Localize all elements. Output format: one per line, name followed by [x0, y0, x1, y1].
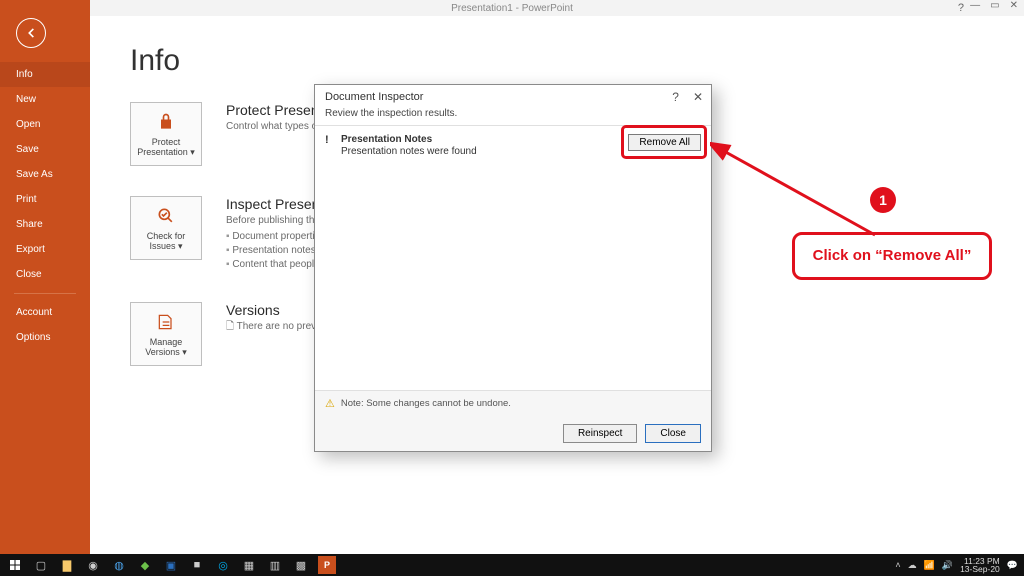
annotation-callout: Click on “Remove All” — [792, 232, 992, 280]
tray-volume-icon[interactable]: 🔊 — [942, 560, 953, 571]
backstage-sidebar: Info New Open Save Save As Print Share E… — [0, 0, 90, 554]
tile-label: Protect Presentation ▾ — [137, 137, 195, 158]
sidebar-item-save[interactable]: Save — [0, 137, 90, 162]
minimize-button[interactable]: — — [970, 0, 980, 11]
inspection-result-row: ! Presentation Notes Presentation notes … — [325, 134, 701, 157]
close-dialog-button[interactable]: Close — [645, 424, 701, 443]
dialog-titlebar: Document Inspector ? ✕ — [315, 85, 711, 106]
system-tray: ˄ ☁ 📶 🔊 11:23 PM 13-Sep-20 💬 — [895, 557, 1018, 574]
maximize-button[interactable]: ▭ — [990, 0, 999, 11]
sidebar-item-close[interactable]: Close — [0, 262, 90, 287]
tile-label: Check for Issues ▾ — [147, 231, 186, 252]
dialog-subtitle: Review the inspection results. — [315, 106, 711, 126]
tray-network-icon[interactable]: 📶 — [924, 560, 935, 571]
sidebar-item-info[interactable]: Info — [0, 62, 90, 87]
remove-all-button[interactable]: Remove All — [628, 134, 701, 151]
magnifier-check-icon — [156, 205, 176, 227]
check-for-issues-tile[interactable]: Check for Issues ▾ — [130, 196, 202, 260]
photos-icon[interactable]: ▩ — [292, 556, 310, 574]
app-icon-4[interactable]: ▥ — [266, 556, 284, 574]
lock-icon — [156, 111, 176, 133]
sidebar-item-account[interactable]: Account — [0, 300, 90, 325]
dialog-body: ! Presentation Notes Presentation notes … — [315, 126, 711, 390]
sidebar-item-export[interactable]: Export — [0, 237, 90, 262]
result-heading: Presentation Notes — [341, 134, 620, 145]
close-button[interactable]: ✕ — [1010, 0, 1018, 11]
file-explorer-icon[interactable]: ▇ — [58, 556, 76, 574]
sidebar-item-options[interactable]: Options — [0, 325, 90, 350]
start-button[interactable] — [6, 556, 24, 574]
sidebar-item-share[interactable]: Share — [0, 212, 90, 237]
skype-icon[interactable]: ◎ — [214, 556, 232, 574]
tray-cloud-icon[interactable]: ☁ — [908, 560, 917, 571]
protect-presentation-tile[interactable]: Protect Presentation ▾ — [130, 102, 202, 166]
warning-icon: ⚠ — [325, 397, 335, 410]
notifications-icon[interactable]: 💬 — [1007, 560, 1018, 571]
sidebar-nav: Info New Open Save Save As Print Share E… — [0, 62, 90, 350]
dialog-title: Document Inspector — [325, 91, 423, 103]
edge-icon[interactable]: ◍ — [110, 556, 128, 574]
taskbar-clock[interactable]: 11:23 PM 13-Sep-20 — [960, 557, 1000, 574]
windows-taskbar: ▢ ▇ ◉ ◍ ◆ ▣ ■ ◎ ▦ ▥ ▩ P ˄ ☁ 📶 🔊 11:23 PM… — [0, 554, 1024, 576]
sidebar-item-new[interactable]: New — [0, 87, 90, 112]
reinspect-button[interactable]: Reinspect — [563, 424, 637, 443]
task-view-icon[interactable]: ▢ — [32, 556, 50, 574]
annotation-text: Click on “Remove All” — [813, 247, 972, 264]
sidebar-item-open[interactable]: Open — [0, 112, 90, 137]
sidebar-separator — [14, 293, 76, 294]
note-text: Note: Some changes cannot be undone. — [341, 398, 511, 409]
app-icon[interactable]: ◆ — [136, 556, 154, 574]
tray-chevron-icon[interactable]: ˄ — [895, 560, 900, 570]
tile-label: Manage Versions ▾ — [145, 337, 187, 358]
dialog-footer: Reinspect Close — [315, 416, 711, 451]
page-title: Info — [130, 44, 984, 78]
alert-mark-icon: ! — [325, 134, 333, 146]
dialog-note: ⚠ Note: Some changes cannot be undone. — [315, 390, 711, 416]
dialog-help-icon[interactable]: ? — [672, 90, 679, 104]
dialog-close-icon[interactable]: ✕ — [693, 90, 703, 104]
sidebar-item-save-as[interactable]: Save As — [0, 162, 90, 187]
chrome-icon[interactable]: ◉ — [84, 556, 102, 574]
app-titlebar: Presentation1 - PowerPoint ? — ▭ ✕ — [0, 0, 1024, 16]
app-title: Presentation1 - PowerPoint — [451, 3, 573, 14]
annotation-step-number: 1 — [870, 187, 896, 213]
app-icon-2[interactable]: ■ — [188, 556, 206, 574]
app-icon-3[interactable]: ▦ — [240, 556, 258, 574]
outlook-icon[interactable]: ▣ — [162, 556, 180, 574]
result-detail: Presentation notes were found — [341, 146, 477, 157]
document-inspector-dialog: Document Inspector ? ✕ Review the inspec… — [314, 84, 712, 452]
manage-versions-tile[interactable]: Manage Versions ▾ — [130, 302, 202, 366]
sidebar-item-print[interactable]: Print — [0, 187, 90, 212]
versions-icon — [156, 311, 176, 333]
back-button[interactable] — [16, 18, 46, 48]
powerpoint-taskbar-icon[interactable]: P — [318, 556, 336, 574]
help-icon[interactable]: ? — [958, 2, 964, 14]
